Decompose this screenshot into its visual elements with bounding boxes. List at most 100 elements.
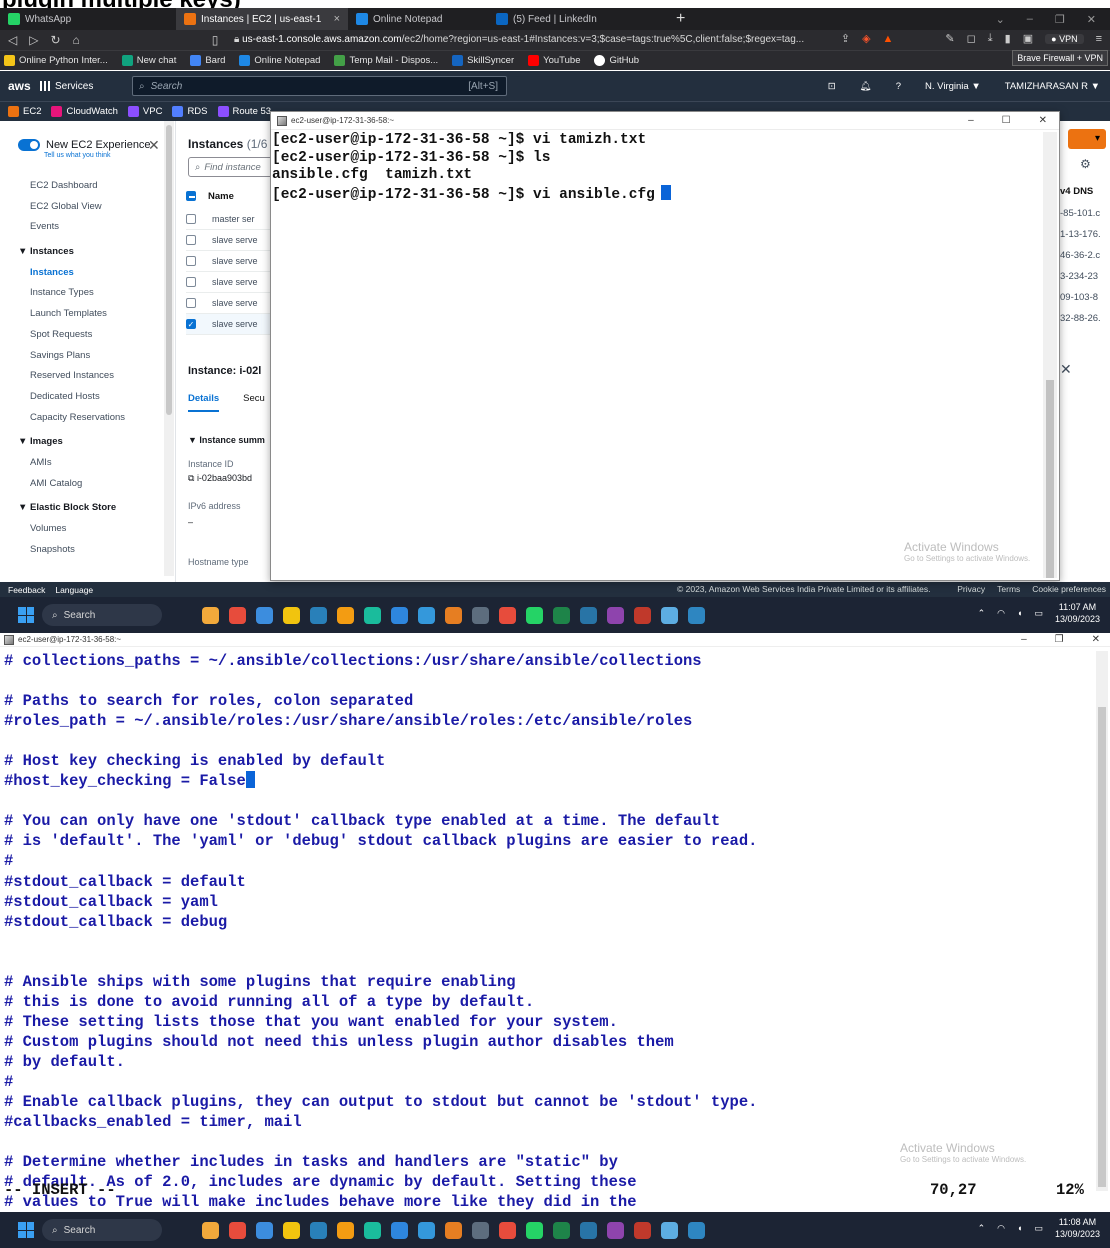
account-menu[interactable]: TAMIZHARASAN R ▼ [1005,81,1100,92]
sidebar-item[interactable]: Capacity Reservations [0,408,175,429]
ie-icon[interactable] [418,1221,435,1239]
sidebar-item[interactable]: Launch Templates [0,304,175,325]
new-tab-icon[interactable]: + [676,10,685,28]
sidebar-icon[interactable]: ▮ [1005,32,1011,45]
battery-icon[interactable]: ▭ [1034,608,1043,619]
taskbar-clock[interactable]: 11:07 AM 13/09/2023 [1055,601,1100,625]
whatsapp-icon[interactable] [526,606,543,624]
bookmark-online-python[interactable]: Online Python Inter... [4,55,108,66]
bookmark-temp-mail[interactable]: Temp Mail - Dispos... [334,55,438,66]
close-tab-icon[interactable]: × [334,13,340,25]
terminal-output[interactable]: [ec2-user@ip-172-31-36-58 ~]$ vi tamizh.… [271,132,1041,580]
tab-ec2-instances[interactable]: Instances | EC2 | us-east-1 × [176,8,348,30]
sidebar-section-header[interactable]: ▼ Instances [0,242,175,263]
new-experience-toggle[interactable]: New EC2 Experience [18,139,151,151]
weather-icon[interactable] [283,606,300,624]
sidebar-section-header[interactable]: ▼ Images [0,432,175,453]
ie-icon[interactable] [418,606,435,624]
store-icon[interactable] [391,1221,408,1239]
brave-shield-icon[interactable]: ◈ [862,32,870,45]
tab-linkedin[interactable]: (5) Feed | LinkedIn [476,8,656,30]
home-icon[interactable]: ⌂ [73,33,80,47]
notifications-icon[interactable]: 🔔︎ [860,81,872,92]
sidebar-item[interactable]: Savings Plans [0,346,175,367]
terminal-scrollbar[interactable] [1043,132,1057,578]
sidebar-item[interactable]: Reserved Instances [0,366,175,387]
aws-search-input[interactable]: ⌕ Search [Alt+S] [132,76,507,96]
url-field[interactable]: 🔒︎ us-east-1.console.aws.amazon.com/ec2/… [234,32,874,48]
notepad-icon[interactable] [688,1221,705,1239]
row-checkbox[interactable] [186,298,196,308]
brave-icon[interactable] [661,606,678,624]
find-instance-input[interactable]: ⌕ Find instance [188,157,278,177]
toggle-switch[interactable] [18,139,40,151]
bookmark-new-chat[interactable]: New chat [121,55,176,66]
sidebar-scrollbar[interactable] [164,121,174,576]
whatsapp-icon[interactable] [526,1221,543,1239]
bookmark-icon[interactable]: ▯ [212,33,219,47]
bookmark-youtube[interactable]: YouTube [528,55,580,66]
vi-terminal-window[interactable]: ec2-user@ip-172-31-36-58:~ – ❐ ✕ # colle… [0,633,1110,1231]
privacy-link[interactable]: Privacy [957,584,985,594]
download-icon[interactable]: ⤓ [988,32,993,45]
volume-icon[interactable]: ◖ [1017,608,1022,618]
maximize-icon[interactable]: ❐ [1055,634,1064,645]
sidebar-section-header[interactable]: ▼ Elastic Block Store [0,498,175,519]
chevron-up-icon[interactable]: ⌃ [978,1223,986,1234]
bookmark-skillsyncer[interactable]: SkillSyncer [452,55,514,66]
row-checkbox[interactable] [186,277,196,287]
row-checkbox[interactable]: ✓ [186,319,196,329]
column-header-dns[interactable]: v4 DNS [1060,181,1110,203]
sidebar-item[interactable]: EC2 Dashboard [0,176,175,197]
minimize-icon[interactable]: – [1021,634,1027,645]
calculator-icon[interactable] [580,1221,597,1239]
volume-icon[interactable]: ◖ [1017,1223,1022,1233]
favorite-cloudwatch[interactable]: CloudWatch [51,106,118,117]
wifi-icon[interactable]: ◠ [997,1223,1005,1234]
chevron-down-icon[interactable]: ⌄ [996,13,1005,26]
column-header-name[interactable]: Name [208,191,234,202]
edit-icon[interactable]: ✎ [945,32,954,45]
select-all-checkbox[interactable] [186,191,196,201]
firefox-icon[interactable] [445,1221,462,1239]
sidebar-item[interactable]: Instances [0,263,175,284]
terminal-titlebar[interactable]: ec2-user@ip-172-31-36-58:~ – ☐ ✕ [271,112,1059,130]
windows-start-icon[interactable] [18,607,34,623]
bookmark-online-notepad[interactable]: Online Notepad [239,55,320,66]
chevron-up-icon[interactable]: ⌃ [978,608,986,619]
sidebar-item[interactable]: EC2 Global View [0,197,175,218]
edge-icon[interactable] [364,606,381,624]
chrome-icon[interactable] [499,1221,516,1239]
aws-logo[interactable]: aws [0,79,40,93]
services-menu[interactable]: Services [40,81,130,92]
app-icon[interactable] [229,1221,246,1239]
instance-summary-toggle[interactable]: ▼ Instance summ [188,435,265,445]
favorite-ec2[interactable]: EC2 [8,106,41,117]
wallet-icon[interactable]: ▣ [1023,32,1033,45]
sidebar-item[interactable]: Volumes [0,519,175,540]
file-explorer-icon[interactable] [337,1221,354,1239]
store-icon[interactable] [391,606,408,624]
cookie-preferences-link[interactable]: Cookie preferences [1032,584,1106,594]
sidebar-item[interactable]: Events [0,217,175,238]
help-icon[interactable]: ? [896,81,901,92]
close-icon[interactable]: ✕ [1092,634,1100,645]
widgets-icon[interactable] [202,606,219,624]
menu-icon[interactable]: ≡ [1096,33,1102,45]
tab-online-notepad[interactable]: Online Notepad [348,8,476,30]
minimize-icon[interactable]: – [968,115,974,126]
app-icon[interactable] [472,606,489,624]
share-icon[interactable]: ⇪ [841,32,850,45]
back-icon[interactable]: ◁ [8,33,17,47]
taskbar-search[interactable]: ⌕ Search [42,1219,162,1241]
file-explorer-icon[interactable] [337,606,354,624]
tab-security[interactable]: Secu [243,393,265,412]
maximize-icon[interactable]: ☐ [1002,115,1011,126]
brave-icon[interactable] [634,606,651,624]
tab-details[interactable]: Details [188,393,220,412]
teams-icon[interactable] [310,1221,327,1239]
weather-icon[interactable] [283,1221,300,1239]
calculator-icon[interactable] [580,606,597,624]
putty-icon[interactable] [607,1221,624,1239]
maximize-icon[interactable]: ❐ [1055,13,1065,26]
